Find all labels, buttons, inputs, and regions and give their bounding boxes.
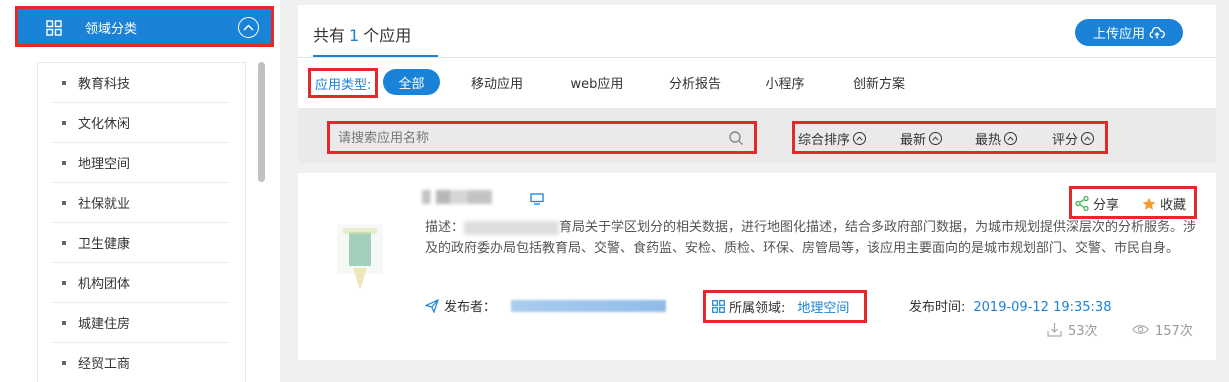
app-domain: 所属领域: 地理空间 — [703, 290, 867, 323]
sort-options: 综合排序 最新 最热 评分 — [792, 121, 1108, 154]
sidebar: 领域分类 教育科技 文化休闲 地理空间 社保就业 卫生健康 机构团体 城建住房 … — [0, 0, 280, 382]
sidebar-item-organizations[interactable]: 机构团体 — [52, 263, 230, 303]
redacted-text — [464, 220, 560, 235]
bullet-icon — [62, 80, 66, 85]
sidebar-item-label: 教育科技 — [78, 77, 131, 92]
app-meta: 发布者： 所属领域: 地理空间 发布时间: 2019-09-12 19:35:38 — [425, 290, 1205, 323]
sidebar-item-label: 社保就业 — [78, 197, 131, 212]
eye-icon — [1132, 325, 1149, 334]
search-icon[interactable] — [728, 130, 744, 146]
favorite-label: 收藏 — [1160, 198, 1187, 213]
chevron-up-icon[interactable] — [238, 17, 259, 38]
desktop-icon — [530, 193, 544, 205]
main-header-panel: 共有 1 个应用 上传应用 应用类型: 全部 移动应用 web应用 分析报告 小程序… — [298, 5, 1216, 163]
tab-mini-program[interactable]: 小程序 — [755, 69, 815, 95]
grid-icon — [46, 20, 62, 36]
sidebar-item-health[interactable]: 卫生健康 — [52, 223, 230, 263]
bullet-icon — [62, 200, 66, 205]
domain-link[interactable]: 地理空间 — [797, 297, 849, 316]
app-card[interactable]: 分享 收藏 描述： 育局关于学区划分的相关数据，进行地图化描述，结合多政府部门数据… — [298, 173, 1216, 360]
sidebar-item-housing[interactable]: 城建住房 — [52, 303, 230, 343]
chevron-up-icon — [929, 132, 943, 145]
app-thumbnail[interactable] — [323, 218, 398, 293]
category-title: 领域分类 — [85, 22, 138, 37]
sort-newest[interactable]: 最新 — [900, 129, 943, 148]
sidebar-item-geospatial[interactable]: 地理空间 — [52, 143, 230, 183]
search-input[interactable] — [338, 128, 718, 148]
publish-time: 发布时间: 2019-09-12 19:35:38 — [909, 296, 1111, 315]
app-description: 描述： 育局关于学区划分的相关数据，进行地图化描述，结合多政府部门数据，为城市规划… — [425, 217, 1201, 259]
sort-label: 最新 — [900, 133, 927, 148]
favorite-button[interactable]: 收藏 — [1142, 194, 1186, 213]
app-type-label: 应用类型: — [308, 68, 379, 98]
tab-mobile-app[interactable]: 移动应用 — [463, 69, 531, 95]
download-count-value: 53次 — [1068, 324, 1098, 339]
publisher-label: 发布者： — [444, 300, 497, 315]
publisher-redacted — [511, 299, 667, 312]
tab-innovation-plan[interactable]: 创新方案 — [845, 69, 913, 95]
share-button[interactable]: 分享 — [1075, 194, 1119, 213]
bullet-icon — [62, 320, 66, 325]
sort-label: 综合排序 — [798, 133, 851, 148]
chevron-up-icon — [853, 132, 867, 145]
sidebar-item-culture[interactable]: 文化休闲 — [52, 103, 230, 143]
app-actions: 分享 收藏 — [1069, 186, 1197, 219]
sort-label: 评分 — [1052, 133, 1079, 148]
chevron-up-icon — [1004, 132, 1018, 145]
count-prefix: 共有 — [313, 26, 346, 45]
sidebar-item-social-security[interactable]: 社保就业 — [52, 183, 230, 223]
publisher: 发布者： — [425, 296, 667, 315]
tab-web-app[interactable]: web应用 — [563, 69, 631, 95]
cloud-upload-icon — [1149, 26, 1165, 38]
category-list: 教育科技 文化休闲 地理空间 社保就业 卫生健康 机构团体 城建住房 经贸工商 — [37, 62, 246, 382]
bullet-icon — [62, 240, 66, 245]
tab-analysis-report[interactable]: 分析报告 — [661, 69, 729, 95]
sidebar-item-label: 地理空间 — [78, 157, 131, 172]
paper-plane-icon — [425, 298, 439, 313]
sidebar-item-label: 城建住房 — [78, 317, 131, 332]
view-count-value: 157次 — [1155, 324, 1193, 339]
app-count-title: 共有 1 个应用 — [313, 22, 411, 46]
app-count: 1 — [349, 26, 360, 45]
category-header[interactable]: 领域分类 — [15, 6, 274, 47]
view-count: 157次 — [1132, 320, 1193, 339]
star-icon — [1142, 197, 1156, 210]
domain-label: 所属领域: — [729, 301, 786, 316]
sort-label: 最热 — [975, 133, 1002, 148]
publish-time-label: 发布时间: — [909, 300, 966, 315]
chevron-up-icon — [1081, 132, 1095, 145]
bullet-icon — [62, 120, 66, 125]
upload-app-button[interactable]: 上传应用 — [1075, 19, 1183, 46]
sort-comprehensive[interactable]: 综合排序 — [798, 129, 867, 148]
upload-label: 上传应用 — [1092, 27, 1145, 42]
download-icon — [1047, 323, 1062, 337]
sidebar-scrollbar[interactable] — [258, 62, 265, 182]
bullet-icon — [62, 160, 66, 165]
filter-bar: 综合排序 最新 最热 评分 — [298, 108, 1216, 163]
app-name-redacted — [422, 190, 492, 204]
share-icon — [1075, 196, 1089, 211]
grid-icon — [712, 300, 725, 313]
publish-time-value: 2019-09-12 19:35:38 — [973, 300, 1112, 315]
sidebar-item-label: 机构团体 — [78, 277, 131, 292]
sidebar-item-label: 文化休闲 — [78, 117, 131, 132]
description-text: 育局关于学区划分的相关数据，进行地图化描述，结合多政府部门数据，为城市规划提供深… — [559, 220, 1145, 235]
count-suffix: 个应用 — [363, 26, 412, 45]
sort-hottest[interactable]: 最热 — [975, 129, 1018, 148]
bullet-icon — [62, 360, 66, 365]
search-box — [327, 121, 757, 154]
description-label: 描述： — [425, 220, 465, 235]
sidebar-item-commerce[interactable]: 经贸工商 — [52, 343, 230, 382]
divider — [298, 57, 1216, 58]
download-count: 53次 — [1047, 320, 1098, 339]
sidebar-item-education[interactable]: 教育科技 — [52, 63, 230, 103]
sidebar-item-label: 经贸工商 — [78, 357, 131, 372]
sort-rating[interactable]: 评分 — [1052, 129, 1095, 148]
sidebar-item-label: 卫生健康 — [78, 237, 131, 252]
tab-all[interactable]: 全部 — [383, 69, 440, 95]
bullet-icon — [62, 280, 66, 285]
share-label: 分享 — [1093, 198, 1120, 213]
